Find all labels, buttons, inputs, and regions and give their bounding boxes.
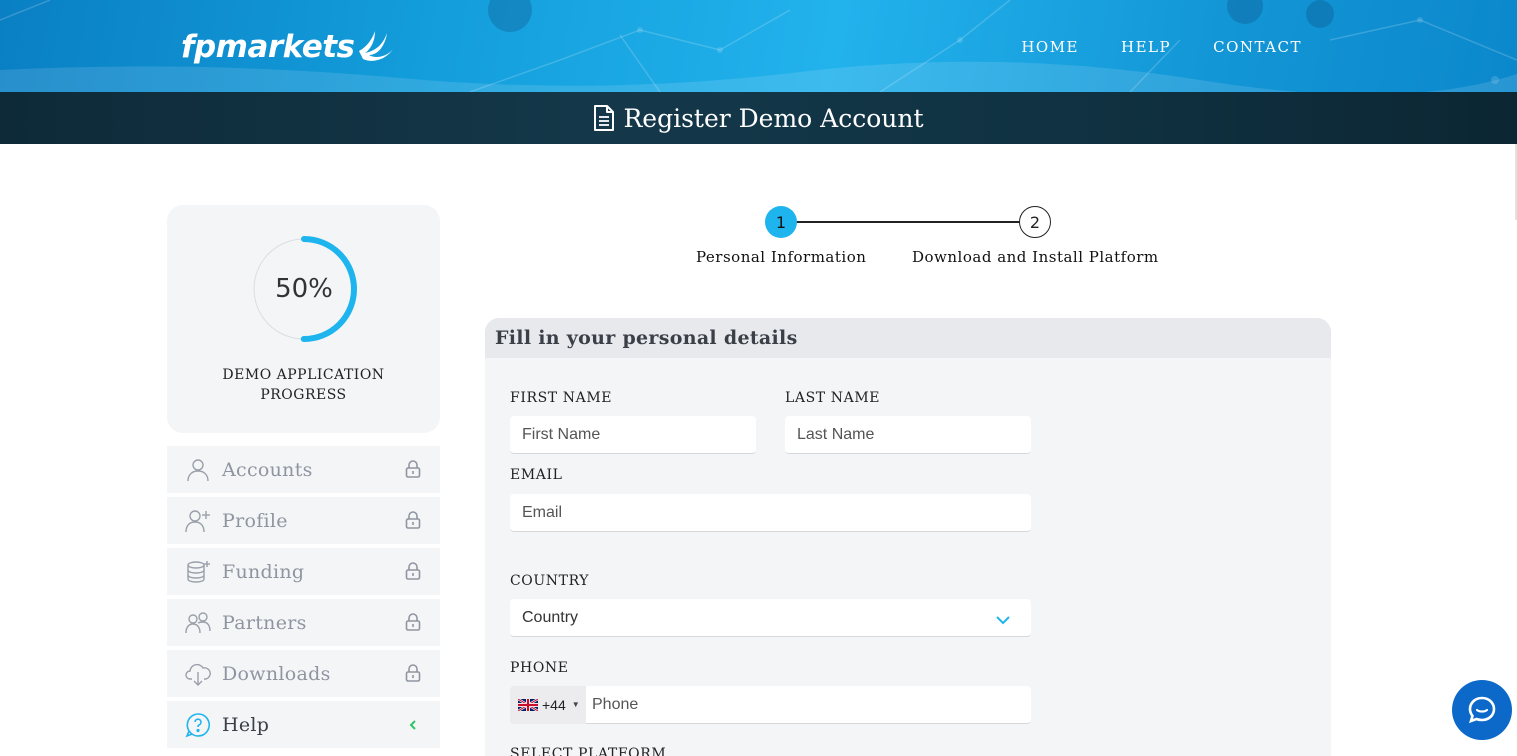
chevron-left-icon: [409, 716, 417, 735]
nav-home-link[interactable]: HOME: [1021, 38, 1079, 56]
caret-down-icon: ▼: [571, 700, 580, 709]
user-add-icon: [185, 508, 211, 534]
progress-percent: 50%: [275, 274, 333, 304]
sidebar-item-funding[interactable]: Funding: [167, 548, 440, 595]
page-title-bar: Register Demo Account: [0, 92, 1517, 144]
coins-icon: [185, 559, 211, 585]
country-code-selector[interactable]: +44 ▼: [510, 685, 586, 724]
main-nav: HOME HELP CONTACT: [1021, 38, 1302, 56]
sidebar-item-label: Help: [222, 713, 270, 736]
help-icon: [185, 712, 211, 738]
sidebar-menu: Accounts Profile Funding Partners Downlo…: [167, 446, 440, 752]
lock-icon: [405, 511, 421, 533]
progress-label-text: DEMO APPLICATION PROGRESS: [222, 367, 385, 403]
email-input[interactable]: [510, 494, 1031, 532]
sidebar-item-downloads[interactable]: Downloads: [167, 650, 440, 697]
lock-icon: [405, 664, 421, 686]
first-name-input[interactable]: [510, 416, 756, 454]
progress-label: DEMO APPLICATION PROGRESS: [167, 365, 440, 405]
step-1-label: Personal Information: [696, 248, 867, 266]
step-1-indicator: 1: [765, 206, 797, 238]
document-icon: [593, 105, 615, 131]
users-icon: [185, 610, 211, 636]
progress-card: 50% DEMO APPLICATION PROGRESS: [167, 205, 440, 433]
sidebar-item-label: Downloads: [222, 662, 331, 685]
sidebar-item-partners[interactable]: Partners: [167, 599, 440, 646]
last-name-label: LAST NAME: [785, 390, 881, 406]
country-label: COUNTRY: [510, 573, 590, 589]
platform-label: SELECT PLATFORM: [510, 746, 667, 756]
lock-icon: [405, 562, 421, 584]
form-heading: Fill in your personal details: [485, 318, 1331, 358]
registration-stepper: 1 2 Personal Information Download and In…: [690, 205, 1170, 275]
sidebar-item-accounts[interactable]: Accounts: [167, 446, 440, 493]
fpmarkets-logo[interactable]: fpmarkets: [181, 24, 397, 70]
nav-help-link[interactable]: HELP: [1121, 38, 1171, 56]
logo-swoosh-icon: [358, 31, 393, 61]
logo-wordmark: fpmarkets: [181, 29, 355, 65]
dial-code: +44: [542, 696, 566, 713]
site-header: fpmarkets HOME HELP CONTACT: [0, 0, 1517, 92]
sidebar-item-label: Profile: [222, 509, 288, 532]
sidebar-item-label: Accounts: [222, 458, 313, 481]
chevron-down-icon: [995, 612, 1011, 630]
cloud-download-icon: [185, 661, 211, 687]
last-name-input[interactable]: [785, 416, 1031, 454]
phone-input[interactable]: [586, 686, 1031, 723]
uk-flag-icon: [518, 698, 538, 711]
sidebar-item-help[interactable]: Help: [167, 701, 440, 748]
step-2-label: Download and Install Platform: [912, 248, 1159, 266]
personal-details-form: Fill in your personal details FIRST NAME…: [485, 318, 1331, 756]
step-2-indicator: 2: [1019, 206, 1051, 238]
country-select[interactable]: Country: [510, 599, 1031, 637]
lock-icon: [405, 460, 421, 482]
lock-icon: [405, 613, 421, 635]
stepper-connector: [781, 221, 1026, 223]
country-select-value: Country: [522, 608, 579, 626]
sidebar-item-label: Funding: [222, 560, 305, 583]
nav-contact-link[interactable]: CONTACT: [1213, 38, 1302, 56]
phone-field: +44 ▼: [510, 685, 1031, 724]
sidebar-item-label: Partners: [222, 611, 307, 634]
first-name-label: FIRST NAME: [510, 390, 613, 406]
sidebar-item-profile[interactable]: Profile: [167, 497, 440, 544]
page-title: Register Demo Account: [623, 103, 924, 133]
user-icon: [185, 457, 211, 483]
chat-icon: [1468, 696, 1496, 724]
live-chat-button[interactable]: [1452, 680, 1512, 740]
email-label: EMAIL: [510, 467, 563, 483]
phone-label: PHONE: [510, 660, 569, 676]
